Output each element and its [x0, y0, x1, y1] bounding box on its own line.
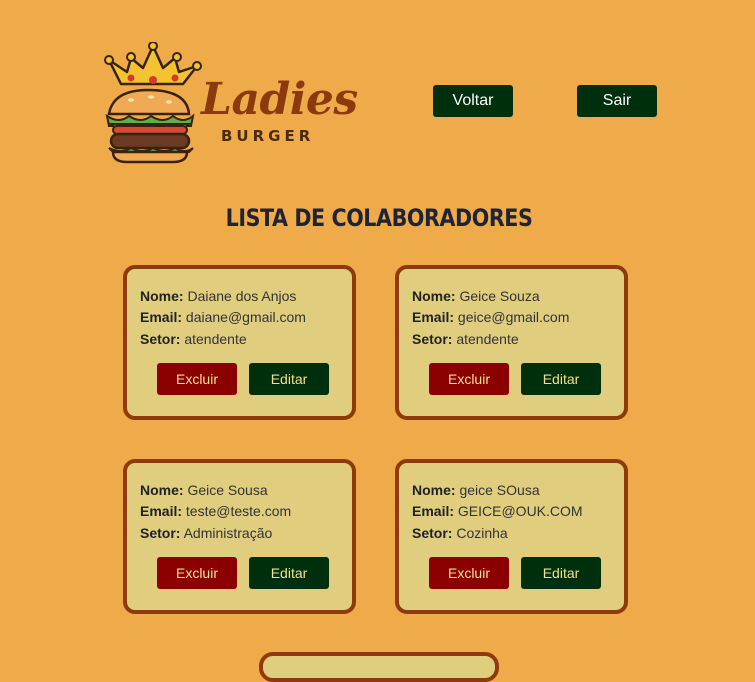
setor-value: Administração — [183, 525, 273, 541]
excluir-button[interactable]: Excluir — [429, 557, 509, 589]
email-field: Email: teste@teste.com — [140, 503, 292, 519]
ladies-burger-logo: Ladies BURGER — [103, 42, 358, 164]
colaborador-card: Nome: geice SOusa Email: GEICE@OUK.COM S… — [395, 459, 628, 614]
setor-value: atendente — [456, 331, 519, 347]
sair-button[interactable]: Sair — [577, 85, 657, 117]
logo-title: Ladies — [201, 74, 358, 125]
email-field: Email: geice@gmail.com — [412, 309, 570, 325]
colaborador-card: Nome: Geice Sousa Email: teste@teste.com… — [123, 459, 356, 614]
nome-value: Geice Sousa — [187, 482, 268, 498]
burger-crown-icon — [104, 42, 202, 164]
setor-field: Setor: atendente — [140, 331, 247, 347]
editar-button[interactable]: Editar — [249, 557, 329, 589]
editar-button[interactable]: Editar — [521, 363, 601, 395]
email-value: daiane@gmail.com — [185, 309, 306, 325]
colaborador-card: Nome: Daiane dos Anjos Email: daiane@gma… — [123, 265, 356, 420]
setor-value: atendente — [184, 331, 247, 347]
editar-button[interactable]: Editar — [249, 363, 329, 395]
logo-subtitle: BURGER — [221, 127, 315, 145]
excluir-button[interactable]: Excluir — [429, 363, 509, 395]
email-field: Email: GEICE@OUK.COM — [412, 503, 583, 519]
page-title: LISTA DE COLABORADORES — [225, 204, 533, 232]
editar-button[interactable]: Editar — [521, 557, 601, 589]
setor-field: Setor: Administração — [140, 525, 273, 541]
colaborador-card: Nome: Geice Souza Email: geice@gmail.com… — [395, 265, 628, 420]
email-value: geice@gmail.com — [457, 309, 570, 325]
excluir-button[interactable]: Excluir — [157, 557, 237, 589]
email-field: Email: daiane@gmail.com — [140, 309, 306, 325]
nome-field: Nome: Geice Sousa — [140, 482, 268, 498]
nome-field: Nome: Daiane dos Anjos — [140, 288, 297, 304]
nome-value: Daiane dos Anjos — [187, 288, 297, 304]
nome-field: Nome: Geice Souza — [412, 288, 540, 304]
nome-field: Nome: geice SOusa — [412, 482, 540, 498]
setor-field: Setor: atendente — [412, 331, 519, 347]
setor-field: Setor: Cozinha — [412, 525, 508, 541]
email-value: GEICE@OUK.COM — [457, 503, 583, 519]
nome-value: Geice Souza — [459, 288, 540, 304]
email-value: teste@teste.com — [185, 503, 292, 519]
excluir-button[interactable]: Excluir — [157, 363, 237, 395]
nome-value: geice SOusa — [459, 482, 540, 498]
setor-value: Cozinha — [456, 525, 508, 541]
voltar-button[interactable]: Voltar — [433, 85, 513, 117]
